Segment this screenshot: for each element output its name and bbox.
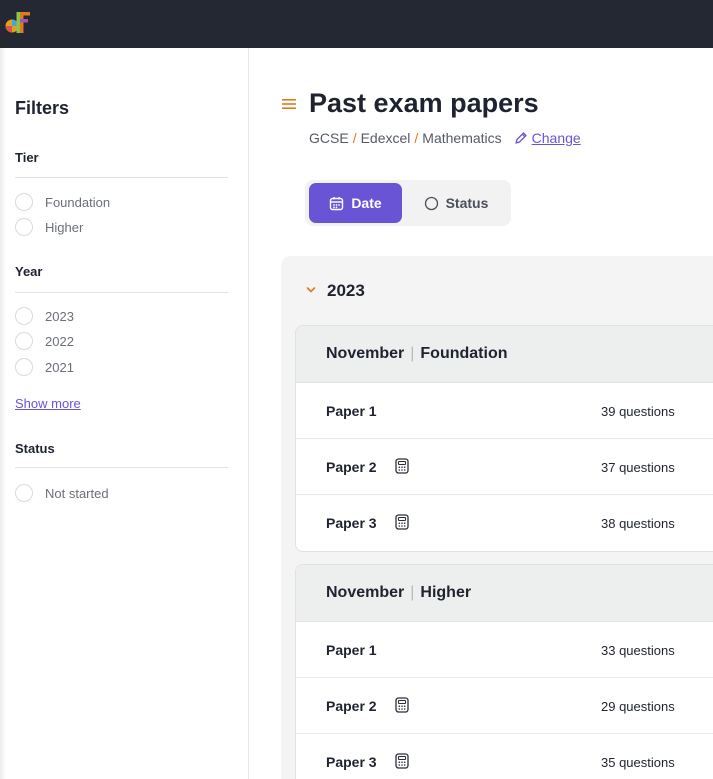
paper-name: Paper 3 <box>326 754 377 770</box>
filter-option-not-started[interactable]: Not started <box>15 483 109 503</box>
paper-row[interactable]: Paper 1 39 questions <box>296 383 713 439</box>
df-logo[interactable] <box>4 10 34 36</box>
paper-row[interactable]: Paper 3 35 questions <box>296 734 713 779</box>
calculator-icon <box>395 514 409 530</box>
filter-option-foundation[interactable]: Foundation <box>15 192 110 212</box>
radio-circle[interactable] <box>15 193 33 211</box>
question-count: 35 questions <box>601 755 675 770</box>
pencil-icon[interactable] <box>514 131 528 145</box>
filter-option-2022[interactable]: 2022 <box>15 331 74 351</box>
calendar-icon <box>330 196 344 210</box>
change-link[interactable]: Change <box>532 130 581 146</box>
sidebar-edge-shadow <box>0 48 6 779</box>
filter-option-label: 2021 <box>45 359 74 375</box>
session-month: November <box>326 584 405 601</box>
breadcrumb-item[interactable]: Mathematics <box>422 130 501 146</box>
calculator-icon <box>395 697 409 713</box>
paper-name: Paper 2 <box>326 698 377 714</box>
paper-name: Paper 2 <box>326 459 377 475</box>
question-count: 39 questions <box>601 404 675 419</box>
filter-option-label: Not started <box>45 485 109 501</box>
breadcrumb-separator: / <box>352 130 357 146</box>
divider <box>15 292 228 293</box>
view-toggle-status-label: Status <box>445 195 489 211</box>
filter-group-status-title: Status <box>15 441 55 456</box>
breadcrumb-item[interactable]: Edexcel <box>361 130 411 146</box>
view-toggle-date-label: Date <box>351 195 382 211</box>
calculator-icon <box>395 458 409 474</box>
breadcrumb: GCSE / Edexcel / Mathematics Change <box>309 130 581 146</box>
radio-circle[interactable] <box>15 332 33 350</box>
divider <box>15 467 228 468</box>
session-card-november-foundation: November | Foundation Paper 1 39 questio… <box>295 325 713 552</box>
filter-option-label: 2023 <box>45 308 74 324</box>
header-separator: | <box>410 345 415 362</box>
divider <box>15 177 228 178</box>
session-card-header: November | Higher <box>296 565 713 622</box>
filter-option-label: 2022 <box>45 333 74 349</box>
paper-row[interactable]: Paper 3 38 questions <box>296 495 713 551</box>
radio-circle[interactable] <box>15 484 33 502</box>
filter-option-higher[interactable]: Higher <box>15 217 83 237</box>
paper-name: Paper 3 <box>326 515 377 531</box>
session-tier: Foundation <box>420 345 508 362</box>
paper-name: Paper 1 <box>326 403 377 419</box>
paper-row[interactable]: Paper 2 37 questions <box>296 439 713 495</box>
page-title: Past exam papers <box>309 88 539 118</box>
filter-group-year-title: Year <box>15 264 43 279</box>
top-bar <box>0 0 713 48</box>
radio-circle[interactable] <box>15 358 33 376</box>
header-separator: | <box>410 584 415 601</box>
circle-outline-icon <box>424 196 438 210</box>
calculator-icon <box>395 753 409 769</box>
menu-icon[interactable] <box>282 98 296 110</box>
radio-circle[interactable] <box>15 307 33 325</box>
year-title[interactable]: 2023 <box>327 281 365 301</box>
session-tier: Higher <box>420 584 472 601</box>
question-count: 38 questions <box>601 516 675 531</box>
chevron-down-icon[interactable] <box>306 285 316 295</box>
session-card-november-higher: November | Higher Paper 1 33 questions P… <box>295 564 713 779</box>
view-toggle-status[interactable]: Status <box>404 183 508 223</box>
show-more-link[interactable]: Show more <box>15 396 81 411</box>
question-count: 33 questions <box>601 643 675 658</box>
filter-group-tier-title: Tier <box>15 150 39 165</box>
paper-row[interactable]: Paper 1 33 questions <box>296 622 713 678</box>
session-month: November <box>326 345 405 362</box>
filters-title: Filters <box>15 98 70 118</box>
filter-option-label: Foundation <box>45 194 111 210</box>
breadcrumb-item[interactable]: GCSE <box>309 130 349 146</box>
question-count: 29 questions <box>601 699 675 714</box>
paper-row[interactable]: Paper 2 29 questions <box>296 678 713 734</box>
filter-option-2021[interactable]: 2021 <box>15 357 74 377</box>
breadcrumb-separator: / <box>414 130 419 146</box>
view-toggle-date[interactable]: Date <box>309 183 402 223</box>
filter-option-label: Higher <box>45 219 84 235</box>
session-card-header: November | Foundation <box>296 326 713 383</box>
question-count: 37 questions <box>601 460 675 475</box>
radio-circle[interactable] <box>15 218 33 236</box>
filter-option-2023[interactable]: 2023 <box>15 306 74 326</box>
paper-name: Paper 1 <box>326 642 377 658</box>
